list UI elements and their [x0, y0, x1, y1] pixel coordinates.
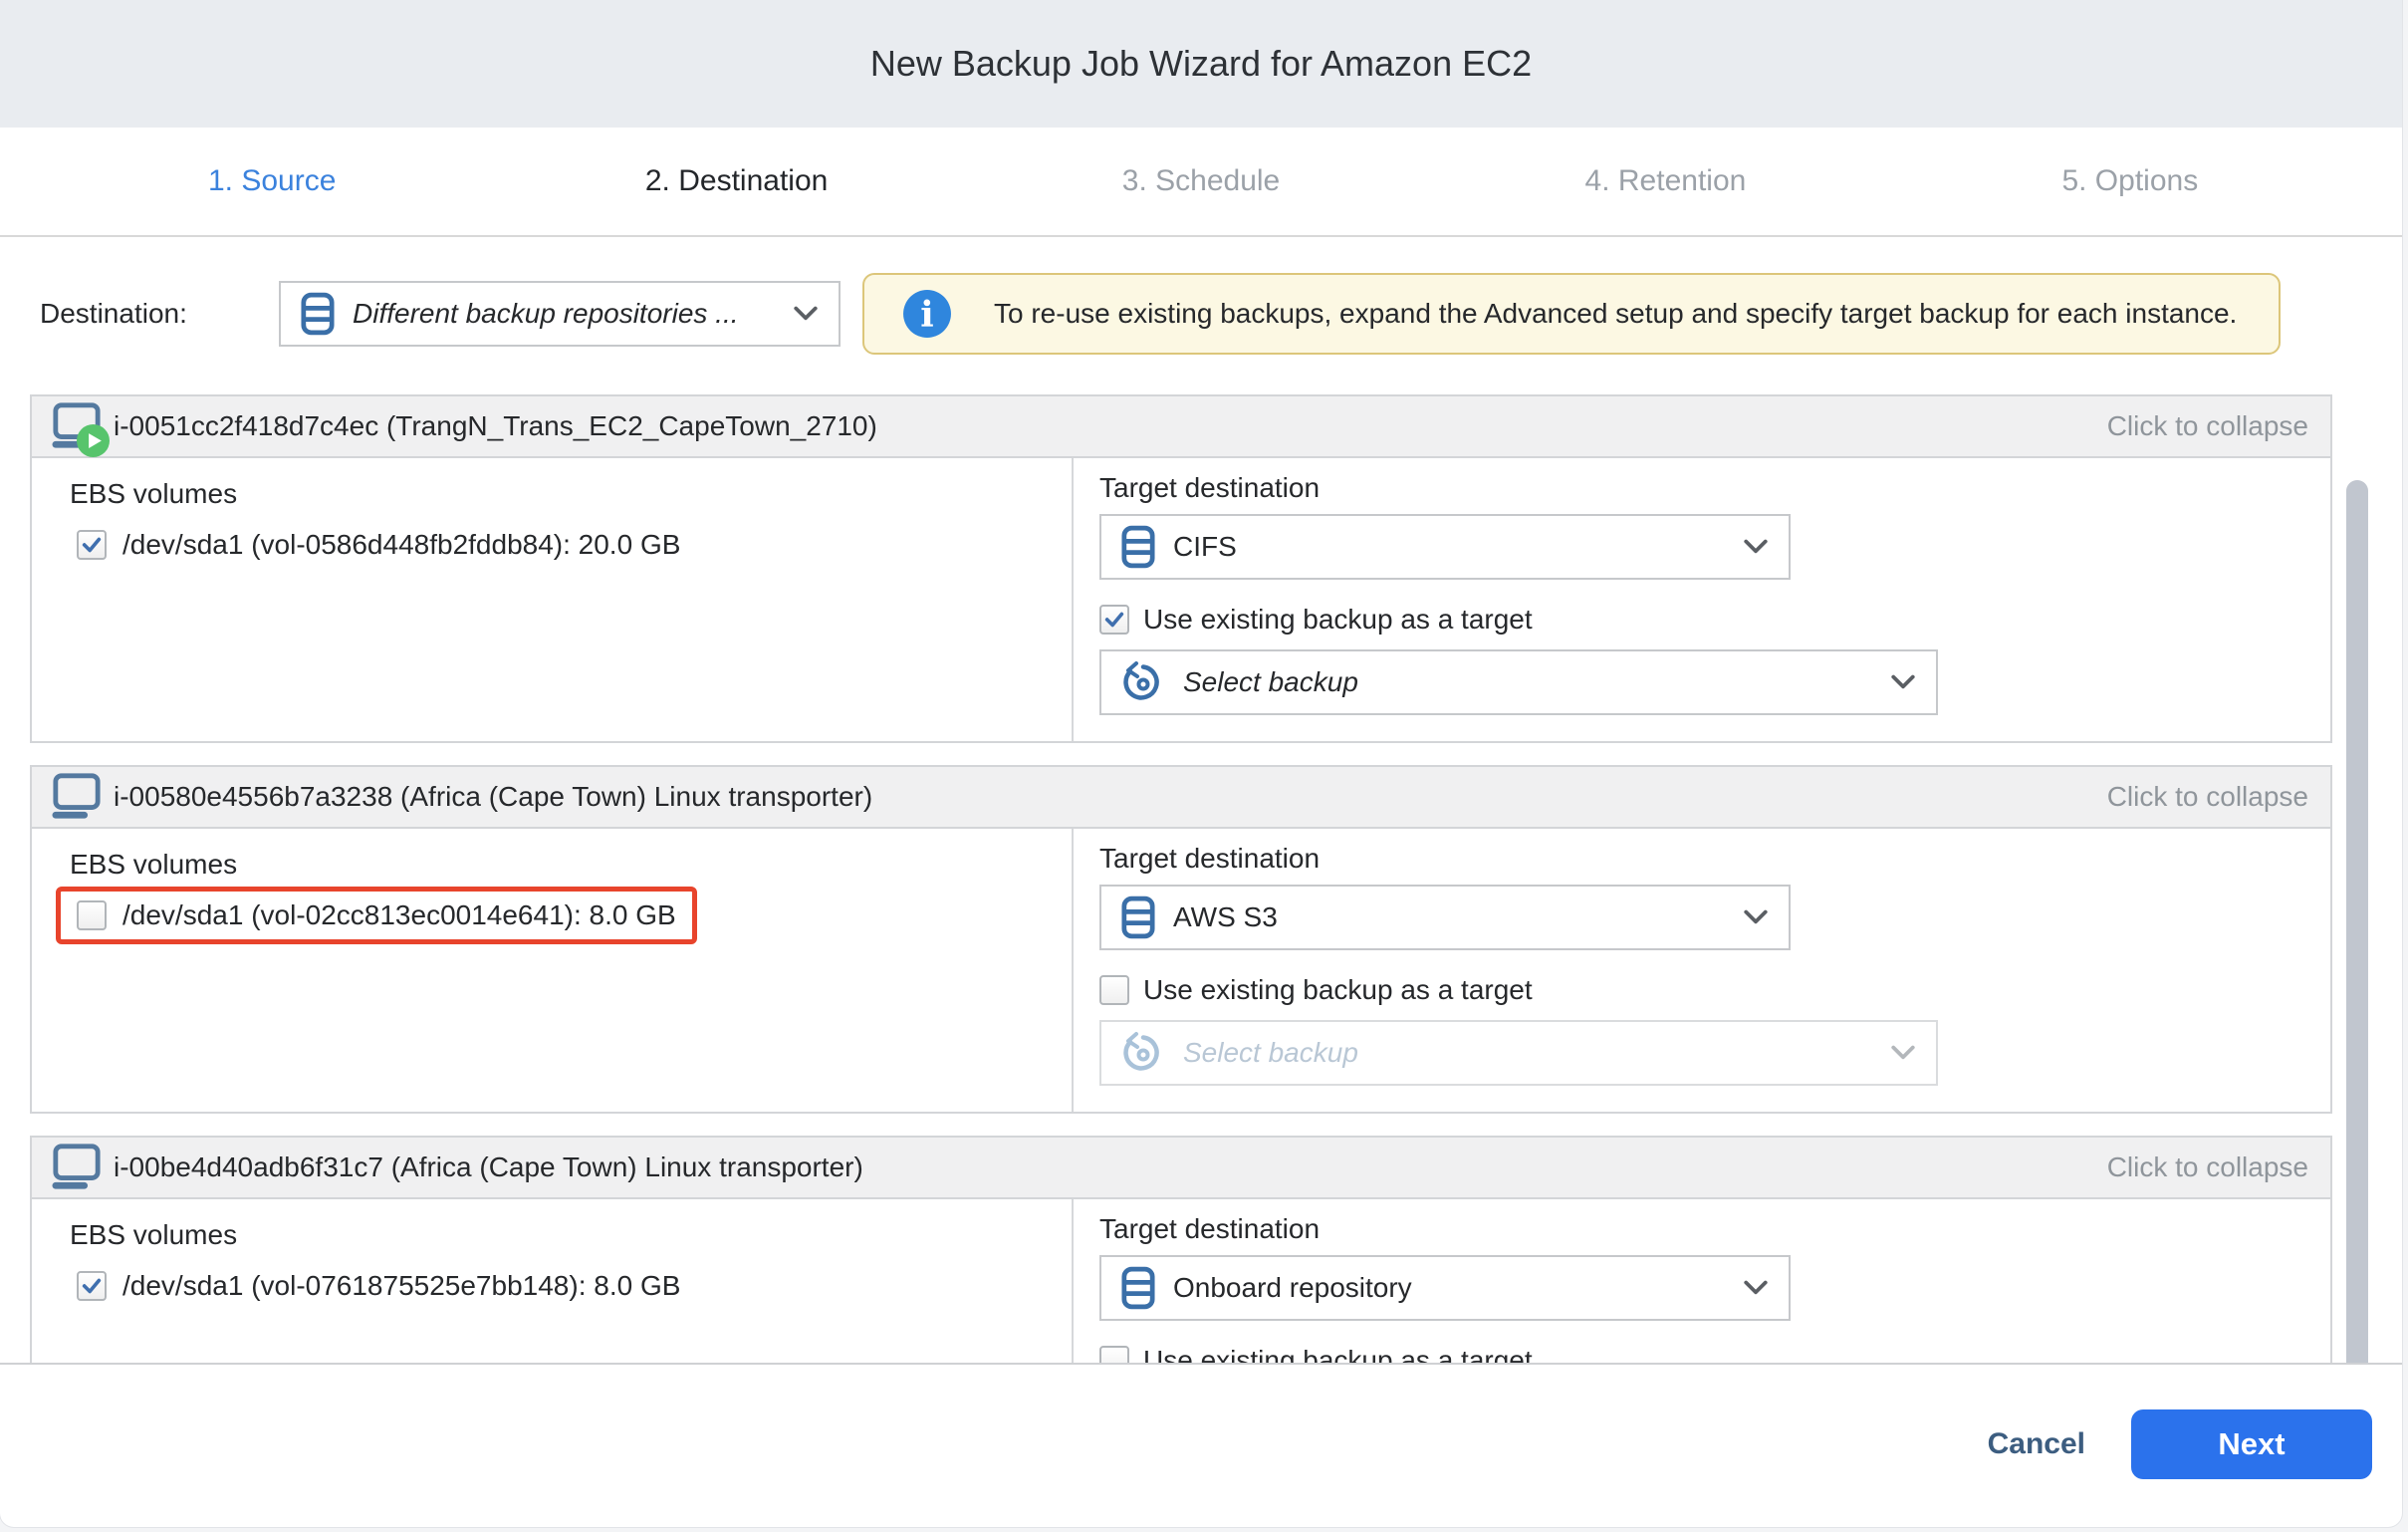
instance-2-volumes-column: EBS volumes /dev/sda1 (vol-02cc813ec0014…	[32, 829, 1074, 1112]
svg-text:i: i	[920, 295, 933, 336]
destination-row: Destination: Different backup repositori…	[40, 273, 2281, 355]
target-destination-label: Target destination	[1099, 843, 2330, 875]
destination-label: Destination:	[40, 298, 279, 330]
wizard-footer: Cancel Next	[0, 1365, 2402, 1524]
instance-1-body: EBS volumes /dev/sda1 (vol-0586d448fb2fd…	[32, 458, 2330, 741]
select-backup-value: Select backup	[1183, 1037, 1872, 1069]
running-badge-icon	[77, 424, 110, 457]
target-destination-dropdown[interactable]: AWS S3	[1099, 885, 1791, 950]
step-retention: 4. Retention	[1433, 164, 1897, 198]
volume-label: /dev/sda1 (vol-02cc813ec0014e641): 8.0 G…	[122, 899, 676, 931]
ec2-instance-icon	[52, 772, 102, 822]
chevron-down-icon	[793, 305, 819, 323]
backup-job-wizard-dialog: New Backup Job Wizard for Amazon EC2 1. …	[0, 0, 2402, 1527]
ebs-volumes-label: EBS volumes	[70, 1219, 1072, 1251]
use-existing-backup-label: Use existing backup as a target	[1143, 604, 1533, 636]
target-destination-label: Target destination	[1099, 472, 2330, 504]
instance-1-target-column: Target destination CIFS	[1074, 458, 2330, 741]
page-title: New Backup Job Wizard for Amazon EC2	[870, 43, 1532, 85]
volume-checkbox[interactable]	[77, 900, 107, 930]
instance-section-3: i-00be4d40adb6f31c7 (Africa (Cape Town) …	[30, 1136, 2332, 1365]
instance-1-header[interactable]: i-0051cc2f418d7c4ec (TrangN_Trans_EC2_Ca…	[32, 396, 2330, 458]
repository-icon	[1121, 1265, 1155, 1311]
instance-2-title: i-00580e4556b7a3238 (Africa (Cape Town) …	[114, 781, 872, 813]
step-options: 5. Options	[1898, 164, 2362, 198]
target-destination-value: AWS S3	[1173, 901, 1725, 933]
target-destination-dropdown[interactable]: Onboard repository	[1099, 1255, 1791, 1321]
destination-dropdown[interactable]: Different backup repositories ...	[279, 281, 841, 347]
ebs-volumes-label: EBS volumes	[70, 849, 1072, 881]
use-existing-backup-label: Use existing backup as a target	[1143, 974, 1533, 1006]
target-destination-label: Target destination	[1099, 1213, 2330, 1245]
instance-1-title: i-0051cc2f418d7c4ec (TrangN_Trans_EC2_Ca…	[114, 410, 877, 442]
instance-section-1: i-0051cc2f418d7c4ec (TrangN_Trans_EC2_Ca…	[30, 394, 2332, 743]
wizard-content: Destination: Different backup repositori…	[0, 237, 2402, 1365]
use-existing-backup-row: Use existing backup as a target	[1099, 974, 2330, 1006]
volume-label: /dev/sda1 (vol-0761875525e7bb148): 8.0 G…	[122, 1270, 680, 1302]
volume-label: /dev/sda1 (vol-0586d448fb2fddb84): 20.0 …	[122, 529, 680, 561]
instance-3-body: EBS volumes /dev/sda1 (vol-0761875525e7b…	[32, 1199, 2330, 1365]
step-destination[interactable]: 2. Destination	[504, 164, 968, 198]
restore-point-icon	[1121, 660, 1165, 704]
use-existing-backup-label: Use existing backup as a target	[1143, 1345, 1533, 1365]
wizard-steps: 1. Source 2. Destination 3. Schedule 4. …	[0, 128, 2402, 237]
ebs-volumes-label: EBS volumes	[70, 478, 1072, 510]
use-existing-backup-row: Use existing backup as a target	[1099, 1345, 2330, 1365]
target-destination-dropdown[interactable]: CIFS	[1099, 514, 1791, 580]
select-backup-dropdown-disabled: Select backup	[1099, 1020, 1938, 1086]
target-destination-value: Onboard repository	[1173, 1272, 1725, 1304]
instance-2-header[interactable]: i-00580e4556b7a3238 (Africa (Cape Town) …	[32, 767, 2330, 829]
collapse-hint[interactable]: Click to collapse	[2107, 781, 2308, 813]
info-banner: i To re-use existing backups, expand the…	[862, 273, 2281, 355]
info-banner-text: To re-use existing backups, expand the A…	[994, 298, 2237, 330]
instance-3-volumes-column: EBS volumes /dev/sda1 (vol-0761875525e7b…	[32, 1199, 1074, 1365]
select-backup-dropdown[interactable]: Select backup	[1099, 649, 1938, 715]
restore-point-icon	[1121, 1031, 1165, 1075]
instance-2-body: EBS volumes /dev/sda1 (vol-02cc813ec0014…	[32, 829, 2330, 1112]
step-source[interactable]: 1. Source	[40, 164, 504, 198]
use-existing-backup-row: Use existing backup as a target	[1099, 604, 2330, 636]
use-existing-backup-checkbox[interactable]	[1099, 605, 1129, 635]
step-schedule: 3. Schedule	[969, 164, 1433, 198]
use-existing-backup-checkbox[interactable]	[1099, 1346, 1129, 1365]
ec2-instance-icon	[52, 401, 102, 451]
destination-dropdown-value: Different backup repositories ...	[353, 298, 775, 330]
cancel-button[interactable]: Cancel	[1988, 1427, 2085, 1461]
instance-2-target-column: Target destination AWS S3	[1074, 829, 2330, 1112]
volume-row: /dev/sda1 (vol-0586d448fb2fddb84): 20.0 …	[56, 516, 701, 574]
ec2-instance-icon	[52, 1143, 102, 1192]
repository-icon	[301, 291, 335, 337]
select-backup-value: Select backup	[1183, 666, 1872, 698]
volume-row: /dev/sda1 (vol-0761875525e7bb148): 8.0 G…	[56, 1257, 701, 1315]
chevron-down-icon	[1890, 673, 1916, 691]
volume-checkbox[interactable]	[77, 530, 107, 560]
next-button[interactable]: Next	[2131, 1409, 2372, 1479]
repository-icon	[1121, 524, 1155, 570]
instance-3-title: i-00be4d40adb6f31c7 (Africa (Cape Town) …	[114, 1151, 863, 1183]
target-destination-value: CIFS	[1173, 531, 1725, 563]
vertical-scrollbar	[2346, 480, 2368, 1365]
instance-1-volumes-column: EBS volumes /dev/sda1 (vol-0586d448fb2fd…	[32, 458, 1074, 741]
collapse-hint[interactable]: Click to collapse	[2107, 1151, 2308, 1183]
instance-3-target-column: Target destination Onboard repository	[1074, 1199, 2330, 1365]
chevron-down-icon	[1743, 538, 1769, 556]
collapse-hint[interactable]: Click to collapse	[2107, 410, 2308, 442]
volume-row-highlighted: /dev/sda1 (vol-02cc813ec0014e641): 8.0 G…	[56, 887, 697, 944]
info-icon: i	[902, 289, 952, 339]
use-existing-backup-checkbox[interactable]	[1099, 975, 1129, 1005]
instance-3-header[interactable]: i-00be4d40adb6f31c7 (Africa (Cape Town) …	[32, 1138, 2330, 1199]
chevron-down-icon	[1743, 908, 1769, 926]
chevron-down-icon	[1743, 1279, 1769, 1297]
instance-section-2: i-00580e4556b7a3238 (Africa (Cape Town) …	[30, 765, 2332, 1114]
chevron-down-icon	[1890, 1044, 1916, 1062]
repository-icon	[1121, 894, 1155, 940]
titlebar: New Backup Job Wizard for Amazon EC2	[0, 0, 2402, 128]
volume-checkbox[interactable]	[77, 1271, 107, 1301]
scrollbar-thumb[interactable]	[2346, 480, 2368, 1365]
